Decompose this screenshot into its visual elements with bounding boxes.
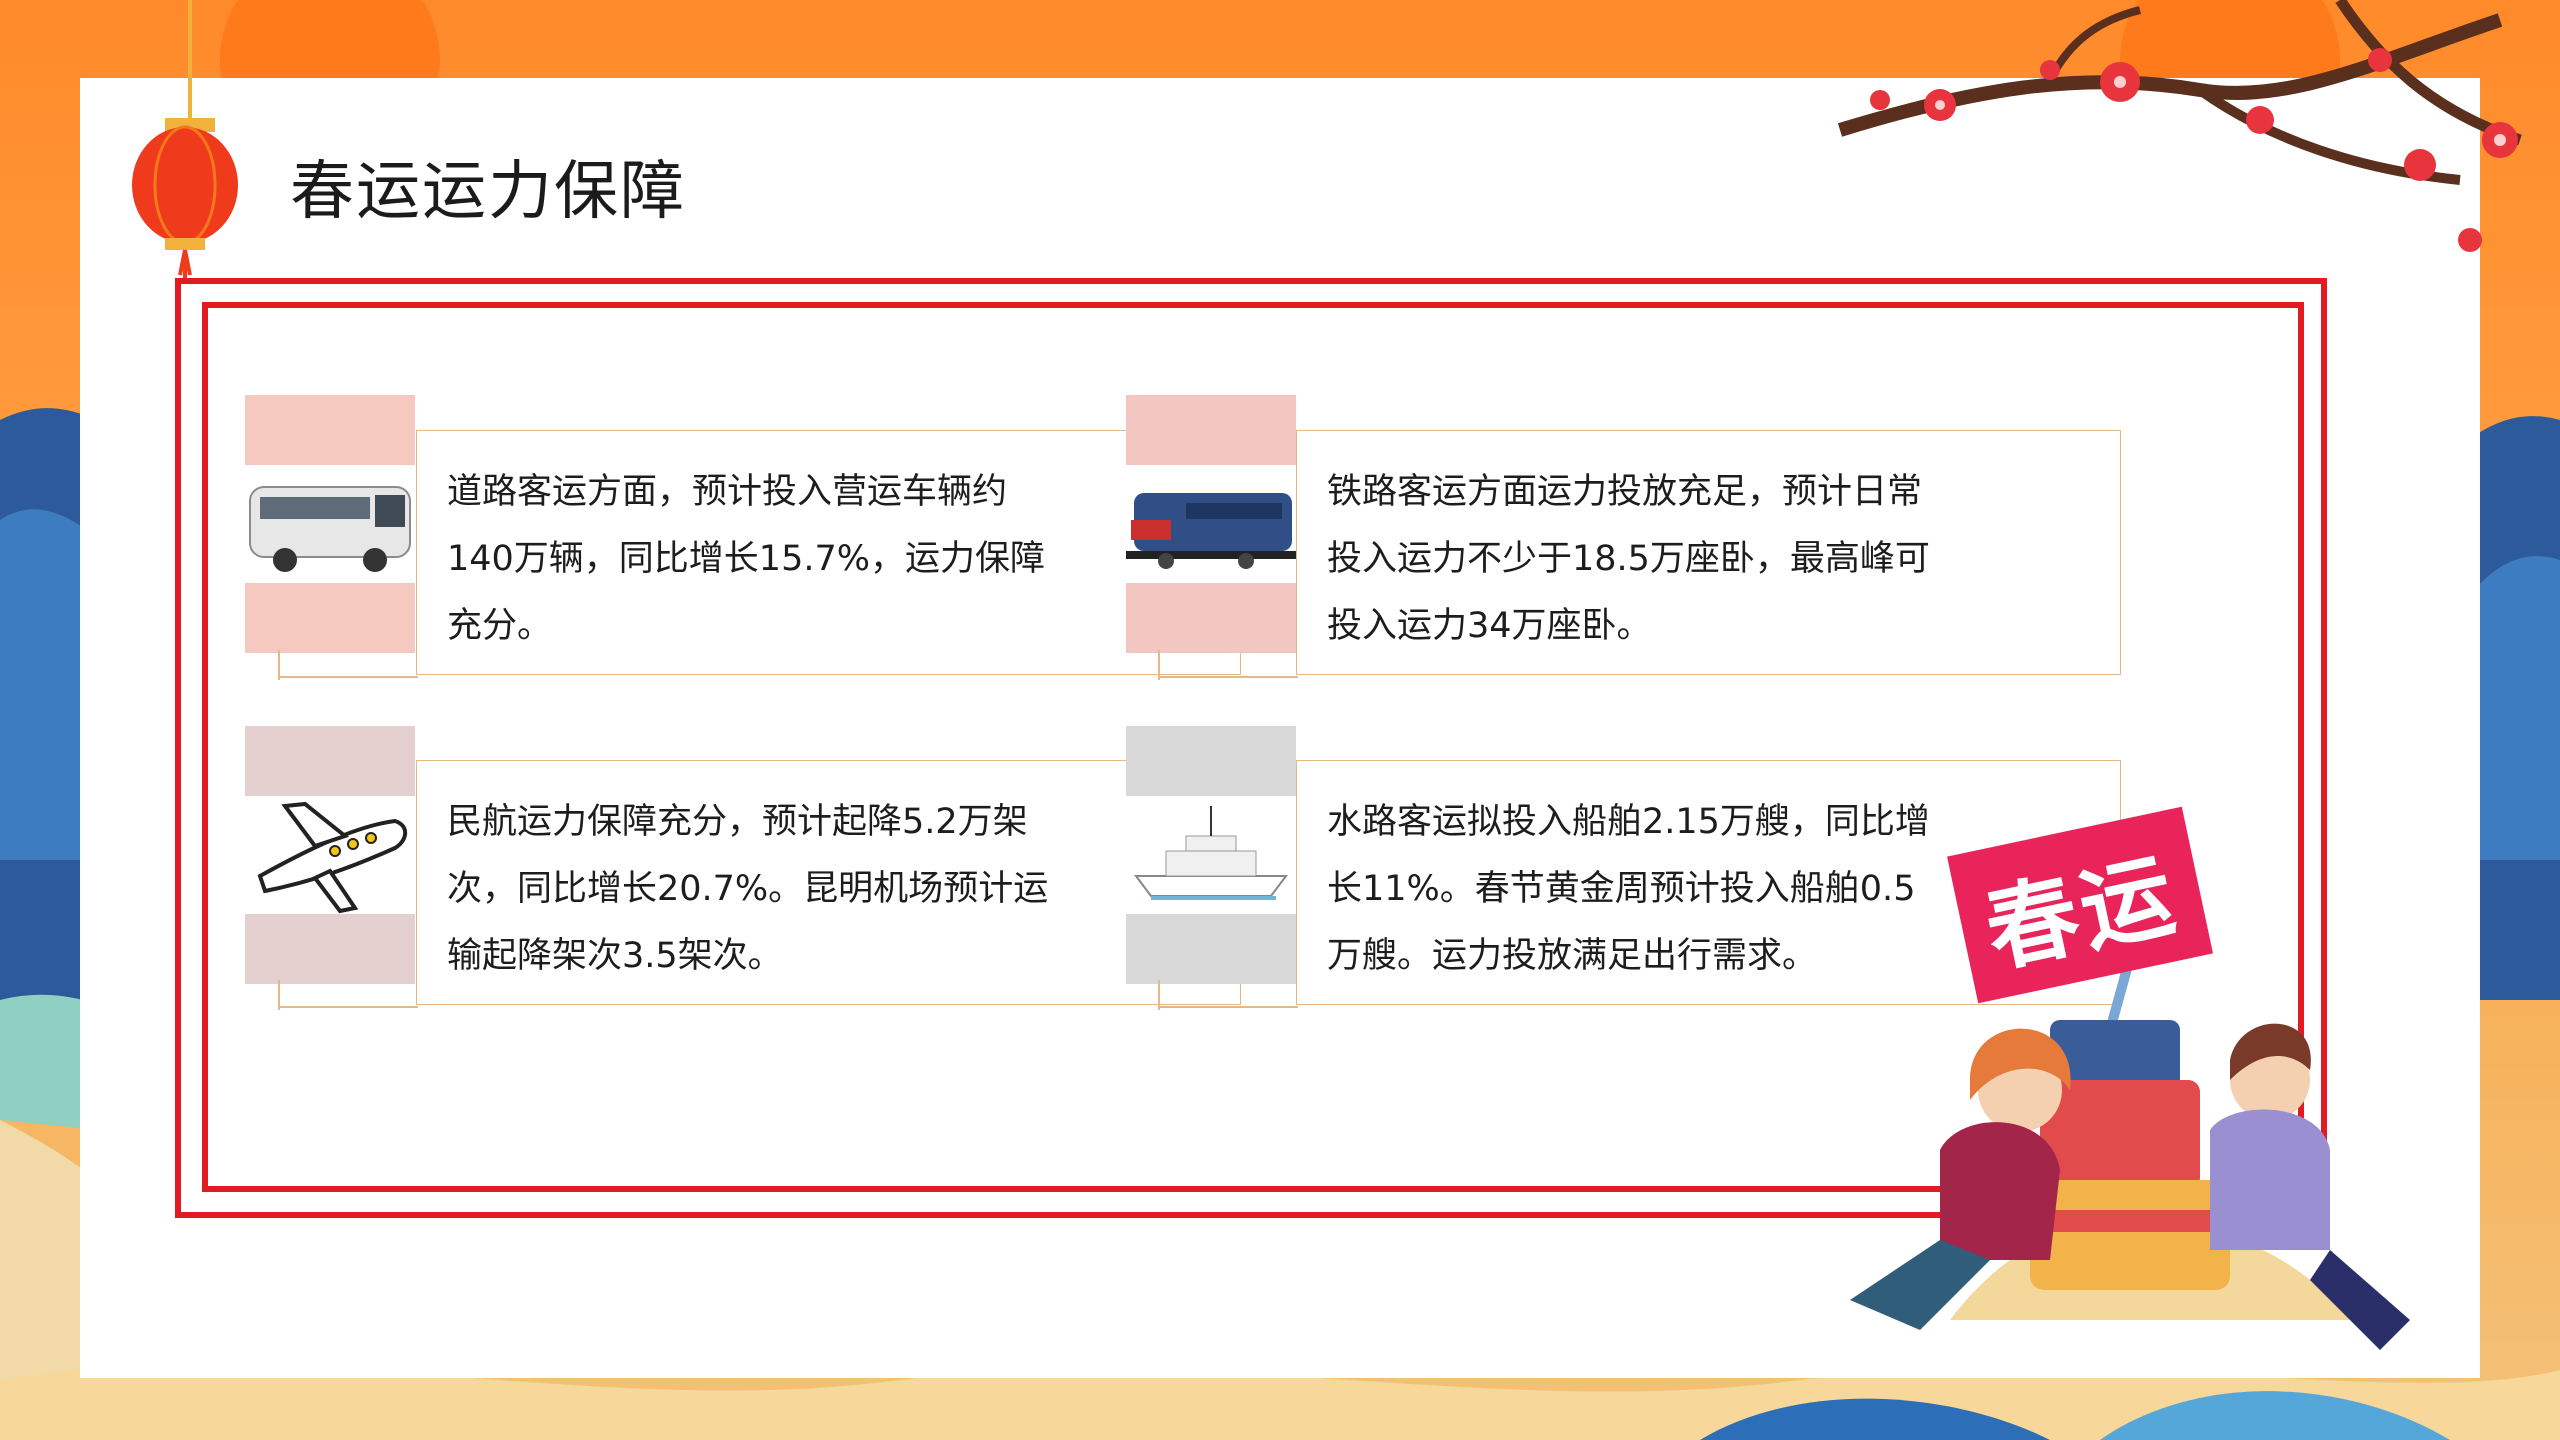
card-road-text: 道路客运方面，预计投入营运车辆约140万辆，同比增长15.7%，运力保障充分。: [447, 472, 1045, 646]
card-road-underline: [278, 676, 418, 678]
card-rail-sideline: [1158, 650, 1160, 680]
card-water-sideline: [1158, 980, 1160, 1010]
train-icon: [1126, 493, 1296, 569]
airplane-thumbnail: [245, 726, 415, 984]
airplane-icon: [257, 801, 408, 914]
ship-icon: [1134, 806, 1288, 900]
card-rail-underline: [1158, 676, 1298, 678]
page-title: 春运运力保障: [290, 155, 686, 229]
card-road-sideline: [278, 650, 280, 680]
card-road-transport: 道路客运方面，预计投入营运车辆约140万辆，同比增长15.7%，运力保障充分。: [416, 430, 1241, 675]
plum-blossom-branch: [1837, 0, 2522, 252]
card-rail-text: 铁路客运方面运力投放充足，预计日常投入运力不少于18.5万座卧，最高峰可投入运力…: [1327, 472, 1930, 646]
card-rail-transport: 铁路客运方面运力投放充足，预计日常投入运力不少于18.5万座卧，最高峰可投入运力…: [1296, 430, 2121, 675]
card-air-text: 民航运力保障充分，预计起降5.2万架次，同比增长20.7%。昆明机场预计运输起降…: [447, 802, 1049, 976]
train-thumbnail: [1126, 395, 1296, 653]
red-lantern-icon: [132, 0, 238, 280]
bus-icon: [249, 486, 411, 572]
ship-thumbnail: [1126, 726, 1296, 984]
bus-thumbnail: [245, 395, 415, 653]
card-water-underline: [1158, 1006, 1298, 1008]
card-air-underline: [278, 1006, 418, 1008]
card-air-sideline: [278, 980, 280, 1010]
chunyun-badge-text: 春运: [1976, 840, 2187, 986]
card-air-transport: 民航运力保障充分，预计起降5.2万架次，同比增长20.7%。昆明机场预计运输起降…: [416, 760, 1241, 1005]
